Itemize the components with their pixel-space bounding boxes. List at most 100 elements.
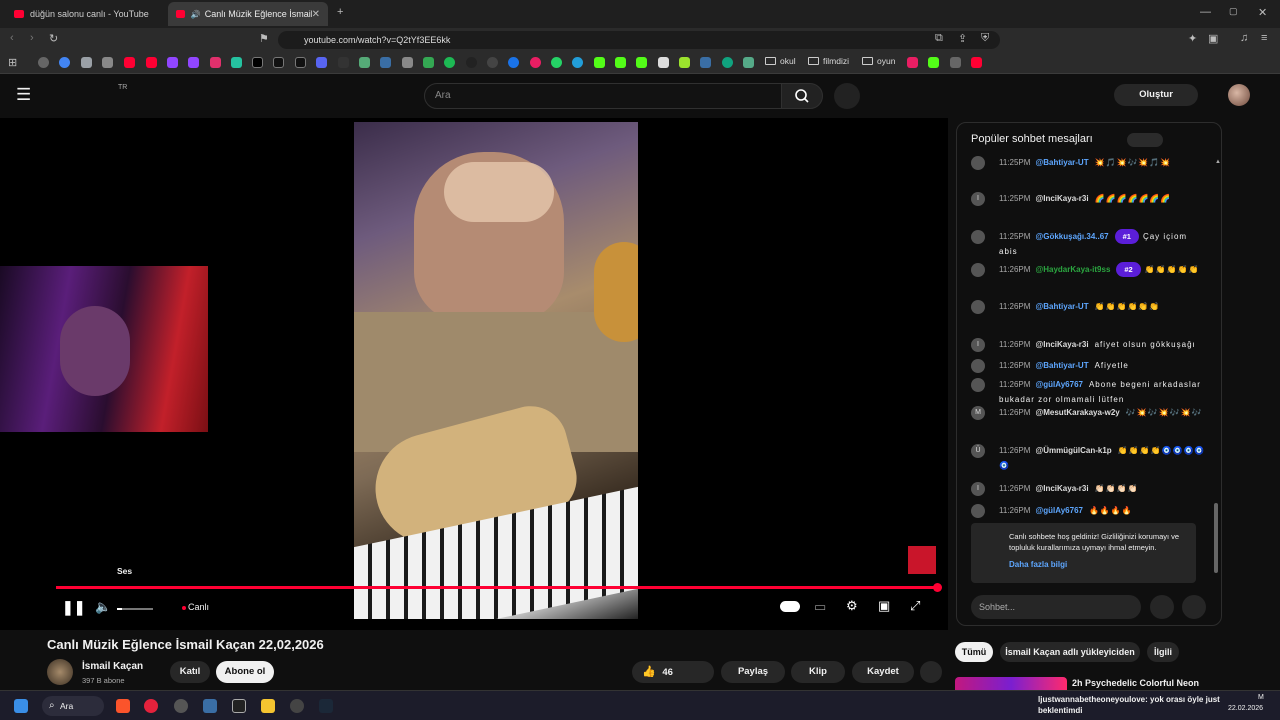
shield-icon[interactable]: ⛨ [981, 32, 989, 45]
chat-author-avatar[interactable]: I [971, 338, 985, 352]
chat-author-avatar[interactable] [971, 300, 985, 314]
like-button[interactable]: 👍 46 [632, 661, 714, 683]
maximize-icon[interactable]: ▢ [1229, 6, 1238, 17]
chat-author-avatar[interactable]: I [971, 482, 985, 496]
back-icon[interactable]: ‹ [10, 32, 14, 44]
more-actions-button[interactable] [920, 661, 942, 683]
chatgpt-icon[interactable] [722, 57, 733, 68]
save-button[interactable]: Kaydet [852, 661, 914, 683]
chat-message[interactable]: 11:25PM @Bahtiyar-UT 💥🎵💥🎶💥🎵💥 [971, 155, 1207, 170]
taskbar-app-icon[interactable] [290, 699, 304, 713]
video-frame[interactable] [354, 122, 638, 619]
volume-icon[interactable]: 🔈 [95, 599, 111, 615]
chat-header-title[interactable]: Popüler sohbet mesajları [971, 133, 1093, 145]
chat-author-name[interactable]: @MesutKarakaya-w2y [1035, 408, 1119, 417]
bookmark-site-icon[interactable] [81, 57, 92, 68]
chat-message[interactable]: Ü 11:26PM @ÜmmügülCan-k1p 👏👏👏👏🧿🧿🧿🧿🧿 [971, 443, 1207, 473]
taskbar-app-icon[interactable] [232, 699, 246, 713]
chat-author-avatar[interactable]: I [971, 192, 985, 206]
bookmark-site-icon[interactable] [102, 57, 113, 68]
avatar[interactable] [1228, 84, 1250, 106]
telegram-icon[interactable] [572, 57, 583, 68]
tiktok-icon[interactable] [295, 57, 306, 68]
twitch-icon[interactable] [167, 57, 178, 68]
bookmark-site-icon[interactable] [950, 57, 961, 68]
search-input[interactable]: Ara [424, 83, 782, 109]
miniplayer-icon[interactable]: ▣ [878, 598, 890, 614]
bookmark-site-icon[interactable] [679, 57, 690, 68]
bookmark-site-icon[interactable] [700, 57, 711, 68]
channel-name[interactable]: İsmail Kaçan [82, 661, 143, 672]
progress-scrubber[interactable] [933, 583, 942, 592]
menu-icon[interactable]: ≡ [1261, 32, 1267, 44]
open-external-icon[interactable]: ⧉ [935, 32, 943, 45]
windows-start-icon[interactable] [14, 699, 28, 713]
learn-more-link[interactable]: Daha fazla bilgi [1009, 559, 1067, 570]
taskbar-search[interactable]: ⌕ Ara [42, 696, 104, 716]
chat-message[interactable]: 11:26PM @Bahtiyar-UT 👏👏👏👏👏👏 [971, 299, 1207, 314]
chat-author-name[interactable]: @InciKaya-r3i [1035, 484, 1088, 493]
subscribe-button[interactable]: Abone ol [216, 661, 274, 683]
instagram-icon[interactable] [210, 57, 221, 68]
bookmark-site-icon[interactable] [658, 57, 669, 68]
share-icon[interactable]: ⇪ [958, 32, 967, 45]
chat-author-name[interactable]: @Bahtiyar-UT [1035, 361, 1088, 370]
chat-message[interactable]: I 11:25PM @InciKaya-r3i 🌈🌈🌈🌈🌈🌈🌈 [971, 191, 1207, 206]
search-button[interactable] [781, 83, 823, 109]
chat-author-avatar[interactable] [971, 230, 985, 244]
drive-icon[interactable] [423, 57, 434, 68]
youtube-icon[interactable] [971, 57, 982, 68]
chat-message[interactable]: 11:26PM @Bahtiyar-UT Afiyetle [971, 358, 1207, 373]
brave-browser-icon[interactable] [116, 699, 130, 713]
clip-button[interactable]: Klip [791, 661, 845, 683]
tab-inactive[interactable]: düğün salonu canlı - YouTube [6, 2, 166, 26]
bookmark-site-icon[interactable] [402, 57, 413, 68]
apps-grid-icon[interactable]: ⊞ [8, 56, 17, 69]
recommendation-title[interactable]: 2h Psychedelic Colorful Neon [1072, 678, 1199, 688]
join-button[interactable]: Katıl [170, 661, 210, 683]
history-icon[interactable] [38, 57, 49, 68]
video-player[interactable]: Ses ❚❚ 🔈 Canlı ▭ ⚙ ▣ ⤢ [0, 118, 948, 630]
media-player-icon[interactable] [144, 699, 158, 713]
twitch-icon[interactable] [188, 57, 199, 68]
send-button[interactable] [1182, 595, 1206, 619]
channel-avatar[interactable] [47, 659, 73, 685]
chat-message[interactable]: M 11:26PM @MesutKarakaya-w2y 🎶💥🎶💥🎶💥🎶 [971, 405, 1207, 420]
bookmark-site-icon[interactable] [743, 57, 754, 68]
tiktok-icon[interactable] [273, 57, 284, 68]
minimize-icon[interactable]: — [1200, 6, 1211, 18]
taskbar-app-icon[interactable] [174, 699, 188, 713]
bookmark-folder-okul[interactable]: okul [765, 56, 796, 66]
steam-icon[interactable] [319, 699, 333, 713]
fullscreen-icon[interactable]: ⤢ [910, 598, 920, 614]
chat-author-name[interactable]: @InciKaya-r3i [1035, 194, 1088, 203]
spotify-icon[interactable] [444, 57, 455, 68]
x-icon[interactable] [252, 57, 263, 68]
chat-author-name[interactable]: @Gökkuşağı.34..67 [1035, 232, 1108, 241]
google-icon[interactable] [59, 57, 70, 68]
bookmark-site-icon[interactable] [380, 57, 391, 68]
kick-icon[interactable] [594, 57, 605, 68]
media-icon[interactable]: ♫ [1240, 32, 1248, 44]
filter-chip-all[interactable]: Tümü [955, 642, 993, 662]
chat-message[interactable]: I 11:26PM @InciKaya-r3i afiyet olsun gökkuş… [971, 337, 1207, 352]
chat-author-name[interactable]: @Bahtiyar-UT [1035, 158, 1088, 167]
extensions-icon[interactable]: ✦ [1188, 32, 1197, 45]
youtube-icon[interactable] [124, 57, 135, 68]
whatsapp-icon[interactable] [551, 57, 562, 68]
subtitles-icon[interactable]: ▭ [814, 599, 826, 615]
chat-mode-icon[interactable] [1127, 133, 1163, 147]
reload-icon[interactable]: ↻ [49, 32, 58, 45]
sidebar-icon[interactable]: ▣ [1208, 32, 1218, 45]
discord-icon[interactable] [316, 57, 327, 68]
chat-message[interactable]: 11:25PM @Gökkuşağı.34..67 #1 Çay içiom abis [971, 229, 1207, 259]
hamburger-menu-icon[interactable]: ☰ [16, 85, 31, 105]
chat-input[interactable]: Sohbet... [971, 595, 1141, 619]
recommendation-thumbnail[interactable] [955, 677, 1067, 690]
live-label[interactable]: Canlı [188, 602, 209, 612]
filter-chip-uploader[interactable]: İsmail Kaçan adlı yükleyiciden [1000, 642, 1140, 662]
bookmark-site-icon[interactable] [508, 57, 519, 68]
filter-chip-related[interactable]: İlgili [1147, 642, 1179, 662]
emoji-button[interactable] [1150, 595, 1174, 619]
scroll-up-icon[interactable]: ▲ [1215, 159, 1221, 165]
